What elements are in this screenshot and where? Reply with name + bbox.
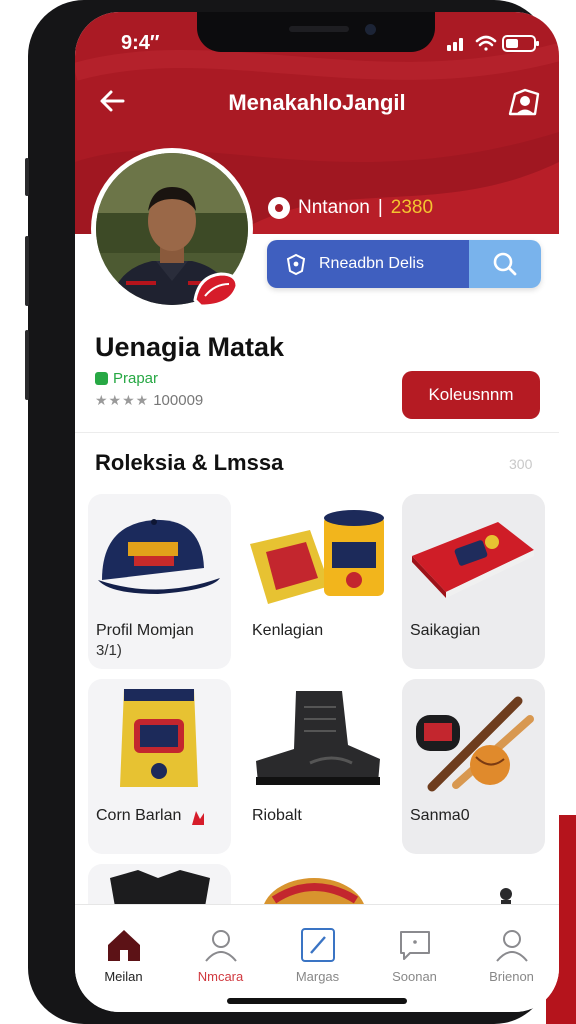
- search-button[interactable]: [469, 240, 541, 288]
- cap-image: [98, 519, 220, 594]
- profile-name: Uenagia Matak: [95, 332, 285, 362]
- section-title: Roleksia & Lmssa: [95, 450, 284, 475]
- volume-down-button: [25, 330, 29, 400]
- item-label: Riobalt: [252, 807, 302, 824]
- rating-count: 100009: [153, 392, 204, 409]
- nav-item-messages[interactable]: Soonan: [366, 905, 463, 1012]
- item-label: Corn Barlan: [96, 807, 182, 824]
- back-arrow-icon: [100, 90, 125, 112]
- status-dot-icon: [95, 372, 108, 385]
- snack-pack-image: [250, 510, 384, 604]
- online-status: Prapar: [95, 370, 158, 387]
- item-card[interactable]: Sanma0: [402, 679, 545, 854]
- item-card[interactable]: Saikagian: [402, 494, 545, 669]
- front-camera: [365, 24, 376, 35]
- user-icon: [205, 930, 237, 962]
- stat-value: 2380: [390, 197, 434, 218]
- back-button[interactable]: [95, 84, 129, 118]
- home-indicator[interactable]: [227, 998, 407, 1004]
- nav-label: Meilan: [104, 969, 143, 984]
- flame-icon: [192, 811, 204, 825]
- stat-separator: |: [377, 197, 383, 218]
- account-icon: [496, 930, 528, 962]
- status-icons: [447, 34, 547, 57]
- item-card[interactable]: Profil Momjan 3/1): [88, 494, 231, 669]
- item-label: Profil Momjan: [96, 622, 194, 639]
- snack-bag-image: [120, 689, 198, 787]
- nav-label: Nmcara: [197, 969, 244, 984]
- nav-label: Brienon: [489, 969, 534, 984]
- battery-icon: [502, 35, 539, 52]
- camera-notch: [197, 12, 435, 52]
- stat-row: Nntanon | 2380: [268, 197, 433, 219]
- section-count: 300: [509, 456, 533, 472]
- team-badge-icon: [193, 272, 239, 308]
- nav-item-profile[interactable]: Nmcara: [172, 905, 269, 1012]
- speaker-grille: [289, 26, 349, 32]
- wifi-icon: [475, 35, 497, 51]
- profile-action-button[interactable]: [505, 84, 543, 122]
- item-card[interactable]: Corn Barlan: [88, 679, 231, 854]
- item-card[interactable]: Riobalt: [244, 679, 387, 854]
- home-icon: [108, 930, 140, 961]
- divider: [75, 432, 559, 433]
- phone-frame: 9:4″ MenakahloJangil Nntanon | 2380 Rnea…: [25, 0, 559, 1024]
- rating-stars-icon: ★★★★: [95, 392, 150, 408]
- bat-and-ball-image: [416, 696, 534, 792]
- shield-icon: [286, 253, 306, 276]
- edit-icon: [301, 928, 335, 962]
- bottom-nav: Meilan Nmcara Margas Soonan Brienon: [75, 904, 559, 1012]
- nav-label: Margas: [295, 969, 340, 984]
- profile-flag-icon: [508, 88, 540, 116]
- item-label: Saikagian: [410, 622, 481, 639]
- details-button[interactable]: Rneadbn Delis: [267, 240, 469, 288]
- item-label: Sanma0: [410, 807, 470, 824]
- item-sub: 3/1): [96, 642, 122, 659]
- stat-circle-icon: [268, 197, 290, 219]
- rating: ★★★★ 100009: [95, 392, 203, 409]
- status-text: Prapar: [113, 370, 159, 387]
- team-badge: [191, 270, 241, 310]
- nav-item-home[interactable]: Meilan: [75, 905, 172, 1012]
- mute-switch: [25, 158, 29, 196]
- item-label: Kenlagian: [252, 622, 324, 639]
- boot-image: [256, 691, 380, 785]
- stat-label: Nntanon: [298, 197, 370, 218]
- app-screen: 9:4″ MenakahloJangil Nntanon | 2380 Rnea…: [75, 12, 559, 1012]
- signal-icon: [447, 38, 463, 51]
- search-bar[interactable]: Rneadbn Delis: [267, 240, 541, 288]
- nav-item-edit[interactable]: Margas: [269, 905, 366, 1012]
- collection-button[interactable]: Koleusnnm: [402, 371, 540, 419]
- page-title: MenakahloJangil: [228, 90, 406, 115]
- nav-item-account[interactable]: Brienon: [463, 905, 559, 1012]
- nav-label: Soonan: [392, 969, 437, 984]
- search-icon: [493, 252, 517, 276]
- item-card[interactable]: Kenlagian: [244, 494, 387, 669]
- details-label: Rneadbn Delis: [319, 255, 424, 272]
- volume-up-button: [25, 236, 29, 306]
- book-image: [412, 522, 534, 598]
- status-time: 9:4″: [121, 32, 160, 54]
- message-icon: [400, 931, 430, 960]
